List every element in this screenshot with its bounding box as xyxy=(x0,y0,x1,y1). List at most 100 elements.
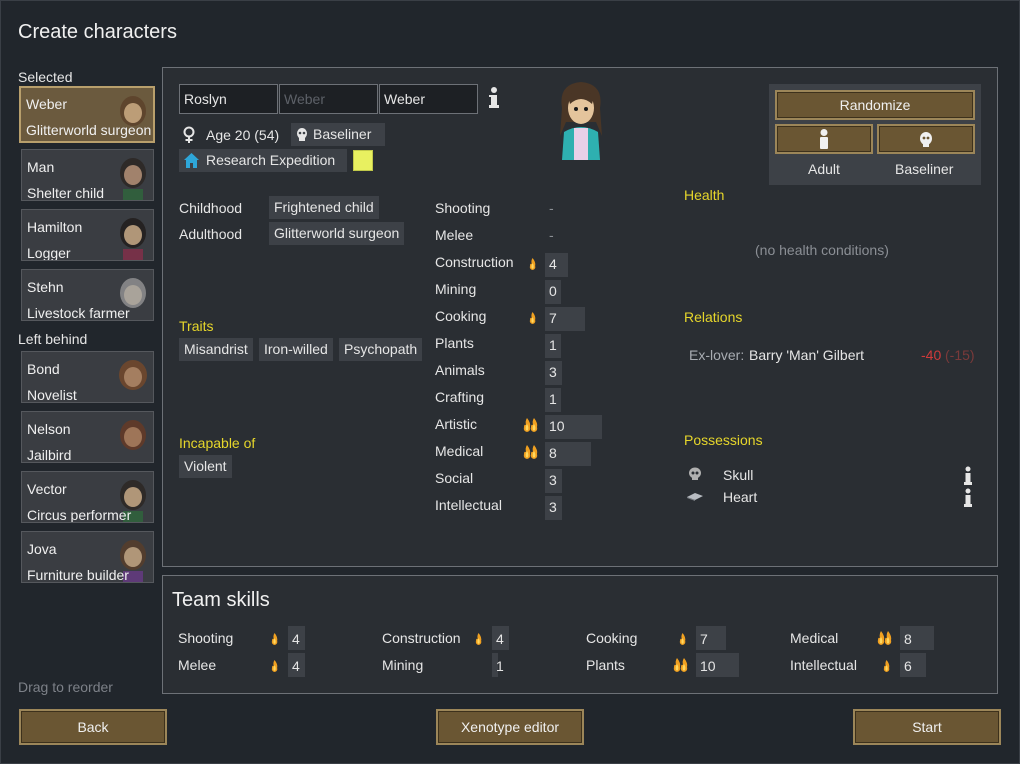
team-skill-value: 1 xyxy=(496,658,504,674)
trait-chip[interactable]: Misandrist xyxy=(179,338,253,361)
team-skill-name: Medical xyxy=(790,630,839,646)
skill-value: 8 xyxy=(549,445,557,461)
skill-row[interactable]: Artistic 10 xyxy=(435,413,675,439)
xenotype-chip[interactable]: Baseliner xyxy=(291,123,385,146)
skill-name: Construction xyxy=(435,254,514,270)
pawn-card-name: Nelson xyxy=(27,421,71,437)
pawn-card-name: Weber xyxy=(26,96,67,112)
first-name-input[interactable] xyxy=(179,84,278,114)
skill-row[interactable]: Medical 8 xyxy=(435,440,675,466)
age-label: Age 20 (54) xyxy=(206,127,280,143)
skill-row[interactable]: Plants 1 xyxy=(435,332,675,358)
age-category-label: Adult xyxy=(808,161,840,177)
age-category-button[interactable] xyxy=(775,124,873,154)
trait-chip[interactable]: Iron-willed xyxy=(259,338,333,361)
pawn-card-bond[interactable]: Bond Novelist xyxy=(21,351,154,403)
trait-chip[interactable]: Psychopath xyxy=(339,338,423,361)
pawn-card-man[interactable]: Man Shelter child xyxy=(21,149,154,201)
pawn-card-weber[interactable]: Weber Glitterworld surgeon xyxy=(19,86,155,143)
possessions-header: Possessions xyxy=(684,432,763,448)
xenotype-random-button[interactable] xyxy=(877,124,975,154)
adulthood-label: Adulthood xyxy=(179,226,243,242)
team-skill-value: 8 xyxy=(904,631,912,647)
skill-name: Intellectual xyxy=(435,497,502,513)
skill-name: Shooting xyxy=(435,200,491,216)
minor-passion-flame-icon xyxy=(679,632,687,648)
info-icon[interactable] xyxy=(962,488,974,508)
pawn-card-vector[interactable]: Vector Circus performer xyxy=(21,471,154,523)
team-skill-value: 4 xyxy=(292,631,300,647)
skill-value: 1 xyxy=(549,337,557,353)
last-name-input[interactable] xyxy=(379,84,478,114)
skill-row[interactable]: Melee - xyxy=(435,224,675,248)
team-skill-name: Mining xyxy=(382,657,424,673)
pawn-card-title: Glitterworld surgeon xyxy=(26,122,152,138)
team-skill-value: 6 xyxy=(904,658,912,674)
skill-row[interactable]: Animals 3 xyxy=(435,359,675,385)
relation-opinion-secondary: (-15) xyxy=(945,347,975,363)
left-behind-section-label: Left behind xyxy=(18,331,88,347)
team-skill-name: Intellectual xyxy=(790,657,857,673)
adulthood-backstory-chip[interactable]: Glitterworld surgeon xyxy=(269,222,405,245)
randomize-button[interactable]: Randomize xyxy=(775,90,975,120)
pawn-card-jova[interactable]: Jova Furniture builder xyxy=(21,531,154,583)
relations-header: Relations xyxy=(684,309,743,325)
minor-passion-flame-icon xyxy=(529,257,537,273)
selected-section-label: Selected xyxy=(18,69,73,85)
team-skill-name: Construction xyxy=(382,630,461,646)
skill-value: 7 xyxy=(549,310,557,326)
minor-passion-flame-icon xyxy=(883,659,891,675)
incapable-chip[interactable]: Violent xyxy=(179,455,232,478)
pawn-card-hamilton[interactable]: Hamilton Logger xyxy=(21,209,154,261)
page-title: Create characters xyxy=(18,21,177,43)
baseliner-head-icon xyxy=(920,132,932,147)
skill-row[interactable]: Crafting 1 xyxy=(435,386,675,412)
info-icon[interactable] xyxy=(962,466,974,486)
skill-name: Artistic xyxy=(435,416,477,432)
drag-to-reorder-hint: Drag to reorder xyxy=(18,679,113,695)
pawn-card-stehn[interactable]: Stehn Livestock farmer xyxy=(21,269,154,321)
skill-value: 0 xyxy=(549,283,557,299)
possession-name: Heart xyxy=(723,489,758,505)
skull-icon xyxy=(689,467,701,480)
pawn-card-name: Man xyxy=(27,159,55,175)
skill-row[interactable]: Cooking 7 xyxy=(435,305,675,331)
skill-name: Crafting xyxy=(435,389,485,405)
info-icon[interactable] xyxy=(487,86,501,110)
skill-row[interactable]: Social 3 xyxy=(435,467,675,493)
faction-chip[interactable]: Research Expedition xyxy=(179,149,347,172)
team-skills-title: Team skills xyxy=(172,589,270,611)
faction-label: Research Expedition xyxy=(206,152,336,168)
xenotype-editor-button[interactable]: Xenotype editor xyxy=(436,709,584,745)
skill-name: Melee xyxy=(435,227,474,243)
skill-name: Animals xyxy=(435,362,485,378)
pawn-card-name: Bond xyxy=(27,361,60,377)
favorite-color-swatch[interactable] xyxy=(353,150,373,171)
pawn-card-title: Circus performer xyxy=(27,507,132,523)
pawn-card-name: Stehn xyxy=(27,279,64,295)
pawn-portrait-icon xyxy=(119,360,147,390)
skill-row[interactable]: Shooting - xyxy=(435,197,675,221)
team-skill-name: Melee xyxy=(178,657,217,673)
pawn-portrait-icon xyxy=(120,158,146,200)
team-skill-value: 4 xyxy=(292,658,300,674)
relation-type: Ex-lover: xyxy=(689,347,745,363)
xenotype-random-label: Baseliner xyxy=(895,161,954,177)
no-health-conditions-text: (no health conditions) xyxy=(755,242,889,258)
back-button[interactable]: Back xyxy=(19,709,167,745)
pawn-card-nelson[interactable]: Nelson Jailbird xyxy=(21,411,154,463)
pawn-card-name: Vector xyxy=(27,481,67,497)
nickname-input[interactable] xyxy=(279,84,378,114)
start-button[interactable]: Start xyxy=(853,709,1001,745)
traits-header: Traits xyxy=(179,318,214,334)
minor-passion-flame-icon xyxy=(529,311,537,327)
pawn-card-title: Furniture builder xyxy=(27,567,129,583)
skill-row[interactable]: Mining 0 xyxy=(435,278,675,304)
skill-row[interactable]: Intellectual 3 xyxy=(435,494,675,520)
childhood-backstory-chip[interactable]: Frightened child xyxy=(269,196,379,219)
major-passion-flame-icon xyxy=(522,443,540,464)
adult-person-icon xyxy=(820,128,828,149)
minor-passion-flame-icon xyxy=(271,632,279,648)
skill-row[interactable]: Construction 4 xyxy=(435,251,675,277)
skill-value: 3 xyxy=(549,472,557,488)
